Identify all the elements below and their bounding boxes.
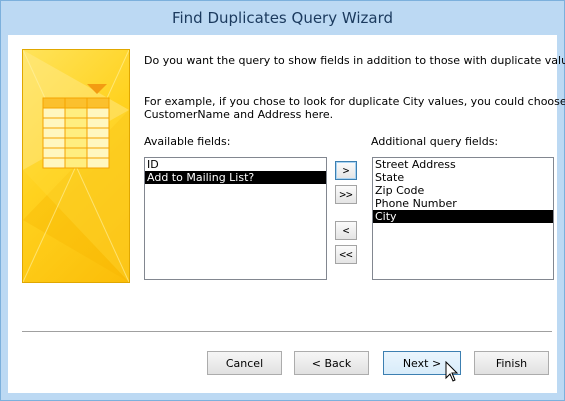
additional-fields-list[interactable]: Street Address State Zip Code Phone Numb…: [372, 157, 554, 280]
window-title: Find Duplicates Query Wizard: [171, 9, 394, 27]
example-text-line1: For example, if you chose to look for du…: [144, 95, 565, 108]
additional-field-item-selected[interactable]: City: [373, 210, 553, 223]
divider: [22, 331, 552, 333]
available-field-item[interactable]: ID: [145, 158, 326, 171]
example-text-line2: CustomerName and Address here.: [144, 108, 334, 121]
wizard-question: Do you want the query to show fields in …: [144, 54, 565, 67]
title-bar[interactable]: Find Duplicates Query Wizard: [1, 1, 564, 35]
wizard-illustration-icon: [22, 49, 130, 283]
available-fields-list[interactable]: ID Add to Mailing List?: [144, 157, 327, 280]
add-field-button[interactable]: >: [335, 161, 357, 180]
cancel-button[interactable]: Cancel: [207, 351, 282, 375]
remove-field-button[interactable]: <: [335, 221, 357, 240]
additional-field-item[interactable]: Phone Number: [373, 197, 553, 210]
additional-field-item[interactable]: Zip Code: [373, 184, 553, 197]
add-all-fields-button[interactable]: >>: [335, 185, 357, 204]
finish-button[interactable]: Finish: [474, 351, 549, 375]
wizard-window: Find Duplicates Query Wizard Do you want…: [0, 0, 565, 401]
available-field-item-selected[interactable]: Add to Mailing List?: [145, 171, 326, 184]
wizard-content: Do you want the query to show fields in …: [8, 35, 565, 393]
additional-field-item[interactable]: Street Address: [373, 158, 553, 171]
additional-field-item[interactable]: State: [373, 171, 553, 184]
back-button[interactable]: < Back: [294, 351, 369, 375]
mouse-cursor-icon: [445, 360, 459, 387]
additional-fields-label: Additional query fields:: [371, 135, 499, 148]
remove-all-fields-button[interactable]: <<: [335, 245, 357, 264]
available-fields-label: Available fields:: [144, 135, 231, 148]
